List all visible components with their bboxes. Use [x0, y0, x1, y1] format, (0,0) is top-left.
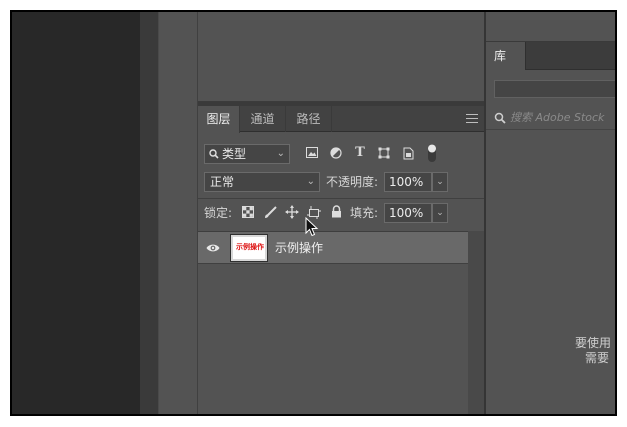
tab-libraries[interactable]: 库: [486, 42, 526, 71]
canvas-area[interactable]: [12, 12, 140, 414]
lock-all-icon[interactable]: [329, 205, 343, 219]
filter-kind-select[interactable]: 类型 ⌄: [204, 144, 290, 164]
smart-object-filter-icon[interactable]: [401, 147, 415, 161]
shape-filter-icon[interactable]: [377, 147, 391, 161]
fill-input[interactable]: 100%: [384, 203, 432, 223]
lock-fill-row: 锁定: 填充: 100% ⌄: [198, 199, 484, 227]
library-select[interactable]: [494, 80, 615, 98]
chevron-down-icon: ⌄: [276, 148, 285, 159]
image-filter-icon[interactable]: [305, 147, 319, 161]
eye-icon[interactable]: [206, 242, 220, 254]
filter-toggle-icon[interactable]: [425, 143, 439, 163]
libraries-upper-area: [486, 12, 615, 42]
libraries-panel: 库 搜索 Adobe Stock 要使用 需要: [486, 12, 615, 414]
layer-row[interactable]: 示例操作 示例操作: [198, 232, 468, 264]
layer-list-scrollbar[interactable]: [468, 231, 484, 414]
libraries-tabs: 库: [486, 42, 615, 71]
tab-channels[interactable]: 通道: [240, 106, 286, 132]
tab-layers[interactable]: 图层: [198, 106, 240, 133]
collapsed-panel-column: [158, 12, 198, 414]
photoshop-window: 图层 通道 路径 类型 ⌄ T 正常 ⌄ 不透明度: 100% ⌄ 锁定: 填充…: [10, 10, 617, 416]
library-message-line-2: 需要: [585, 351, 610, 365]
library-message-line-1: 要使用: [575, 336, 612, 350]
tab-paths[interactable]: 路径: [286, 106, 332, 132]
blend-mode-value: 正常: [210, 175, 235, 189]
opacity-label: 不透明度:: [326, 175, 379, 189]
layer-list: 示例操作 示例操作: [198, 231, 468, 414]
search-icon: [494, 112, 506, 124]
layers-panel-tabs: 图层 通道 路径: [198, 106, 484, 133]
panel-dock-edge: [140, 12, 158, 414]
lock-position-icon[interactable]: [285, 205, 299, 219]
mouse-cursor-icon: [305, 216, 319, 237]
opacity-input[interactable]: 100%: [384, 172, 432, 192]
type-filter-icon[interactable]: T: [353, 146, 367, 160]
panel-menu-icon[interactable]: [466, 114, 478, 124]
lock-image-pixels-icon[interactable]: [263, 206, 277, 220]
search-icon: [209, 145, 219, 166]
blend-mode-select[interactable]: 正常 ⌄: [204, 172, 320, 192]
adjustment-filter-icon[interactable]: [329, 147, 343, 161]
upper-panel: [198, 12, 484, 102]
lock-transparent-pixels-icon[interactable]: [241, 206, 255, 220]
stock-search[interactable]: 搜索 Adobe Stock: [486, 106, 615, 130]
filter-kind-value: 类型: [222, 147, 247, 161]
layer-thumbnail[interactable]: 示例操作: [230, 234, 268, 262]
fill-label: 填充:: [350, 206, 379, 220]
thumbnail-text: 示例操作: [236, 243, 264, 251]
layer-filter-row: 类型 ⌄ T: [198, 142, 484, 166]
opacity-slider-toggle[interactable]: ⌄: [432, 172, 448, 192]
stock-search-placeholder: 搜索 Adobe Stock: [510, 111, 605, 124]
layers-panel: 图层 通道 路径 类型 ⌄ T 正常 ⌄ 不透明度: 100% ⌄ 锁定: 填充…: [198, 106, 484, 414]
libraries-body: 搜索 Adobe Stock 要使用 需要: [486, 70, 615, 414]
blend-opacity-row: 正常 ⌄ 不透明度: 100% ⌄: [198, 170, 484, 194]
lock-label: 锁定:: [204, 206, 233, 220]
chevron-down-icon: ⌄: [306, 176, 315, 187]
fill-slider-toggle[interactable]: ⌄: [432, 203, 448, 223]
